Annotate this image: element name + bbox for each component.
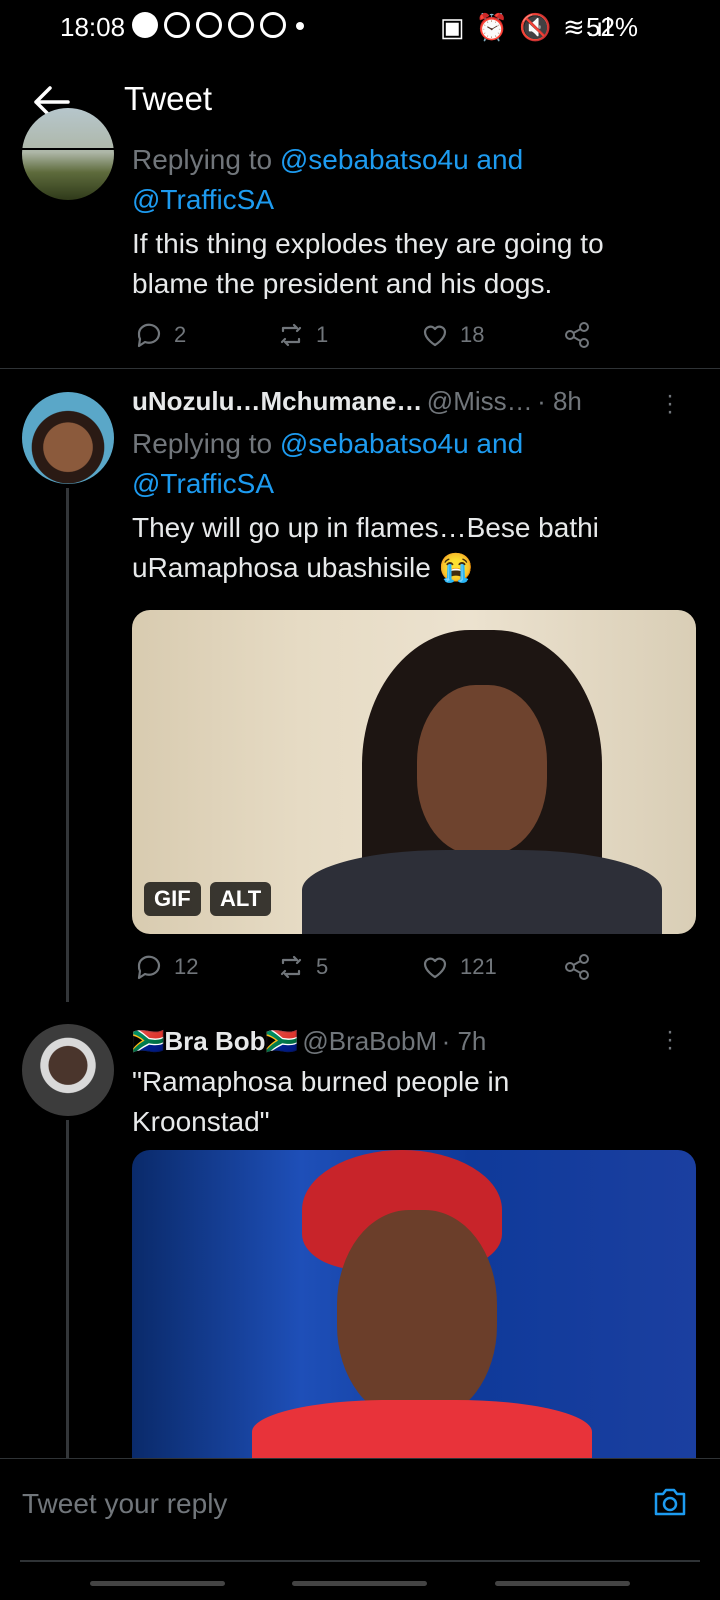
author-name[interactable]: Bra Bob [164, 1026, 265, 1056]
mention-link[interactable]: @sebabatso4u and [280, 428, 523, 459]
share-button[interactable] [562, 952, 592, 982]
gif-person-body [302, 850, 662, 934]
reply-count: 12 [174, 954, 199, 979]
retweet-button[interactable]: 1 [276, 320, 328, 350]
nav-recents[interactable] [90, 1581, 225, 1586]
gif-badge: GIF [144, 882, 201, 916]
notification-icon [164, 12, 190, 38]
reply-input[interactable] [20, 1478, 624, 1530]
reply-icon [137, 955, 161, 980]
retweet-count: 1 [316, 322, 329, 347]
reply-context: Replying to @sebabatso4u and @TrafficSA [132, 424, 692, 504]
tweet-time: · 7h [441, 1026, 487, 1056]
share-button[interactable] [562, 320, 592, 350]
thread-line [66, 1120, 69, 1458]
author-handle[interactable]: @Miss… [427, 386, 533, 416]
tweet-text-line2: uRamaphosa ubashisile [132, 552, 431, 583]
flag-emoji: 🇿🇦 [265, 1026, 298, 1056]
tweet-header: 🇿🇦Bra Bob🇿🇦 @BraBobM · 7h [132, 1026, 692, 1057]
nav-home[interactable] [292, 1581, 427, 1586]
like-button[interactable]: 121 [420, 952, 497, 982]
page-title: Tweet [124, 80, 213, 117]
like-count: 18 [460, 322, 485, 347]
gif-person-face [417, 685, 547, 855]
more-options-icon[interactable]: · · · [664, 1020, 676, 1060]
share-icon [565, 954, 589, 980]
gif-media[interactable]: GIF ALT [132, 610, 696, 934]
status-time: 18:08 [60, 12, 126, 42]
author-handle[interactable]: @BraBobM [302, 1026, 437, 1056]
image-media[interactable] [132, 1150, 696, 1460]
battery-level: 52% [586, 12, 639, 42]
reply-count: 2 [174, 322, 187, 347]
notification-icon [228, 12, 254, 38]
retweet-icon [280, 323, 302, 347]
tweet-text: If this thing explodes they are going to… [132, 228, 604, 299]
like-count: 121 [460, 954, 497, 979]
image-person-shirt [252, 1400, 592, 1460]
reply-prefix: Replying to [132, 144, 273, 175]
alt-badge[interactable]: ALT [210, 882, 272, 916]
bolt-icon [132, 12, 158, 38]
reply-button[interactable]: 12 [134, 952, 198, 982]
avatar[interactable] [22, 108, 114, 200]
mention-link[interactable]: @TrafficSA [132, 184, 274, 215]
mention-link[interactable]: @TrafficSA [132, 468, 274, 499]
flag-emoji: 🇿🇦 [132, 1026, 165, 1056]
retweet-icon [280, 955, 302, 979]
reply-prefix: Replying to [132, 428, 273, 459]
like-button[interactable]: 18 [420, 320, 484, 350]
thread-line [66, 488, 69, 1002]
tweet-text: They will go up in flames…Bese bathi uRa… [132, 508, 692, 588]
tweet-header: uNozulu…Mchumane… @Miss… · 8h [132, 386, 692, 417]
image-person-face [337, 1210, 497, 1420]
tweet-text: "Ramaphosa burned people in Kroonstad" [132, 1066, 510, 1137]
retweet-button[interactable]: 5 [276, 952, 328, 982]
reply-context: Replying to @sebabatso4u and @TrafficSA [132, 140, 692, 220]
tweet-time: · 8h [537, 386, 582, 416]
tweet-text-line1: They will go up in flames…Bese bathi [132, 512, 599, 543]
crying-emoji: 😭 [438, 552, 474, 583]
reply-icon [137, 323, 161, 348]
heart-icon [423, 325, 447, 347]
input-underline [20, 1560, 700, 1562]
notification-icon [196, 12, 222, 38]
author-name[interactable]: uNozulu…Mchumane… [132, 386, 422, 416]
heart-icon [423, 957, 447, 979]
avatar[interactable] [22, 392, 114, 484]
nav-back[interactable] [495, 1581, 630, 1586]
notification-icon [260, 12, 286, 38]
retweet-count: 5 [316, 954, 329, 979]
more-options-icon[interactable]: · · · [664, 384, 676, 424]
tweet-divider [0, 368, 720, 369]
share-icon [565, 322, 589, 348]
reply-button[interactable]: 2 [134, 320, 186, 350]
more-notifications-dot [296, 22, 304, 30]
avatar[interactable] [22, 1024, 114, 1116]
mention-link[interactable]: @sebabatso4u and [280, 144, 523, 175]
camera-icon[interactable] [650, 1482, 690, 1522]
